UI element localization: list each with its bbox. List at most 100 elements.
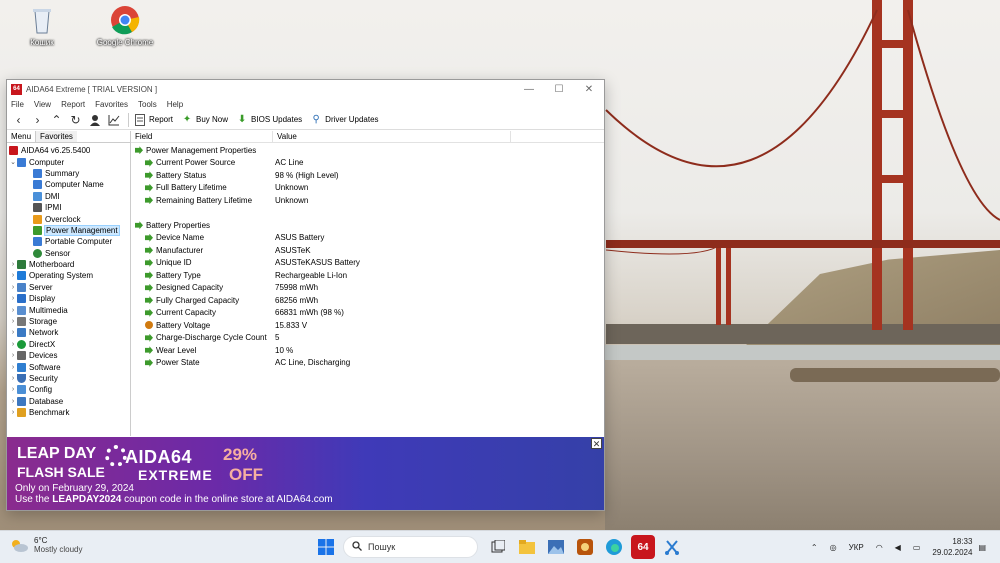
app-button[interactable]	[573, 535, 597, 559]
expand-icon[interactable]: ›	[9, 329, 17, 336]
expand-icon[interactable]: ›	[9, 364, 17, 371]
list-item[interactable]: Designed Capacity 75998 mWh	[131, 282, 604, 295]
list-item[interactable]: Battery Type Rechargeable Li-Ion	[131, 269, 604, 282]
report-button[interactable]: Report	[134, 113, 173, 126]
photos-button[interactable]	[544, 535, 568, 559]
list-item[interactable]: Fully Charged Capacity 68256 mWh	[131, 294, 604, 307]
tree-item-summary[interactable]: Summary	[7, 168, 130, 179]
language-indicator[interactable]: УКР	[849, 543, 864, 552]
recycle-bin-shortcut[interactable]: Кошик	[7, 5, 77, 47]
user-icon[interactable]	[85, 111, 104, 129]
weather-widget[interactable]: 6°C Mostly cloudy	[10, 536, 82, 554]
battery-icon[interactable]: ▭	[913, 543, 921, 552]
close-button[interactable]: ✕	[574, 80, 604, 98]
up-icon[interactable]: ⌃	[47, 111, 66, 129]
tree-item-display[interactable]: › Display	[7, 293, 130, 304]
tab-menu[interactable]: Menu	[7, 131, 36, 142]
driver-updates-button[interactable]: ⚲ Driver Updates	[310, 114, 379, 126]
tree-item-sensor[interactable]: Sensor	[7, 248, 130, 259]
collapse-icon[interactable]: ⌄	[9, 158, 17, 166]
task-view-button[interactable]	[486, 535, 510, 559]
column-header-field[interactable]: Field	[131, 131, 273, 142]
tree-item-portable-computer[interactable]: Portable Computer	[7, 236, 130, 247]
menu-report[interactable]: Report	[61, 100, 85, 109]
tree-item-storage[interactable]: › Storage	[7, 316, 130, 327]
tree-item-overclock[interactable]: Overclock	[7, 213, 130, 224]
list-item[interactable]: Current Power Source AC Line	[131, 157, 604, 170]
maximize-button[interactable]: ☐	[544, 80, 574, 98]
aida64-taskbar-button[interactable]: 64	[631, 535, 655, 559]
expand-icon[interactable]: ›	[9, 318, 17, 325]
tree-item-network[interactable]: › Network	[7, 327, 130, 338]
wifi-icon[interactable]: ◠	[876, 543, 883, 552]
list-item[interactable]: Power State AC Line, Discharging	[131, 357, 604, 370]
expand-icon[interactable]: ›	[9, 295, 17, 302]
expand-icon[interactable]: ›	[9, 352, 17, 359]
chart-icon[interactable]	[104, 111, 123, 129]
refresh-icon[interactable]: ↻	[66, 111, 85, 129]
expand-icon[interactable]: ›	[9, 398, 17, 405]
tree-item-ipmi[interactable]: IPMI	[7, 202, 130, 213]
clock[interactable]: 18:33 29.02.2024	[932, 536, 972, 558]
list-item[interactable]: Battery Voltage 15.833 V	[131, 319, 604, 332]
tree-item-operating-system[interactable]: › Operating System	[7, 270, 130, 281]
tray-app-icon[interactable]: ◎	[830, 543, 837, 552]
tree-item-multimedia[interactable]: › Multimedia	[7, 304, 130, 315]
buy-now-button[interactable]: ✦ Buy Now	[181, 114, 228, 126]
list-item[interactable]: Unique ID ASUSTeKASUS Battery	[131, 257, 604, 270]
tree-item-benchmark[interactable]: › Benchmark	[7, 407, 130, 418]
list-item[interactable]: Device Name ASUS Battery	[131, 232, 604, 245]
back-icon[interactable]: ‹	[9, 111, 28, 129]
expand-icon[interactable]: ›	[9, 375, 17, 382]
tree-item-computer-name[interactable]: Computer Name	[7, 179, 130, 190]
tree-item-devices[interactable]: › Devices	[7, 350, 130, 361]
chrome-shortcut[interactable]: Google Chrome	[90, 5, 160, 47]
tree-item-power-management[interactable]: Power Management	[7, 224, 130, 236]
list-item[interactable]: Current Capacity 66831 mWh (98 %)	[131, 307, 604, 320]
expand-icon[interactable]: ›	[9, 284, 17, 291]
menu-view[interactable]: View	[34, 100, 51, 109]
menu-help[interactable]: Help	[167, 100, 183, 109]
tree-item-directx[interactable]: › DirectX	[7, 339, 130, 350]
list-item[interactable]: Charge-Discharge Cycle Count 5	[131, 332, 604, 345]
title-bar[interactable]: 64 AIDA64 Extreme [ TRIAL VERSION ] — ☐ …	[7, 80, 604, 98]
tree-item-software[interactable]: › Software	[7, 361, 130, 372]
tree-item-security[interactable]: › Security	[7, 373, 130, 384]
taskbar-search[interactable]: Пошук	[343, 536, 478, 558]
expand-icon[interactable]: ›	[9, 386, 17, 393]
expand-icon[interactable]: ›	[9, 261, 17, 268]
file-explorer-button[interactable]	[515, 535, 539, 559]
list-item[interactable]: Battery Status 98 % (High Level)	[131, 169, 604, 182]
notification-icon[interactable]: ▤	[978, 543, 986, 552]
edge-button[interactable]	[602, 535, 626, 559]
tree-item-computer[interactable]: ⌄ Computer	[7, 156, 130, 167]
bios-updates-button[interactable]: ⬇ BIOS Updates	[236, 114, 302, 126]
column-header-value[interactable]: Value	[273, 131, 511, 142]
list-item[interactable]: Remaining Battery Lifetime Unknown	[131, 194, 604, 207]
tree-item-server[interactable]: › Server	[7, 282, 130, 293]
tree-item-config[interactable]: › Config	[7, 384, 130, 395]
menu-favorites[interactable]: Favorites	[95, 100, 128, 109]
tree-item-motherboard[interactable]: › Motherboard	[7, 259, 130, 270]
forward-icon[interactable]: ›	[28, 111, 47, 129]
menu-tools[interactable]: Tools	[138, 100, 157, 109]
tree-root[interactable]: AIDA64 v6.25.5400	[7, 145, 130, 156]
tree-item-database[interactable]: › Database	[7, 396, 130, 407]
close-banner-button[interactable]: ✕	[591, 438, 602, 449]
tree-item-dmi[interactable]: DMI	[7, 191, 130, 202]
expand-icon[interactable]: ›	[9, 307, 17, 314]
list-item[interactable]: Full Battery Lifetime Unknown	[131, 182, 604, 195]
speaker-icon[interactable]: ◀	[895, 543, 901, 552]
minimize-button[interactable]: —	[514, 80, 544, 98]
expand-icon[interactable]: ›	[9, 409, 17, 416]
list-item[interactable]: Wear Level 10 %	[131, 344, 604, 357]
expand-icon[interactable]: ›	[9, 341, 17, 348]
tab-favorites[interactable]: Favorites	[35, 131, 77, 142]
chevron-up-icon[interactable]: ⌃	[811, 543, 818, 552]
start-button[interactable]	[314, 535, 338, 559]
promo-banner[interactable]: LEAP DAY FLASH SALE AIDA64 EXTREME 29% O…	[7, 437, 604, 510]
list-item[interactable]: Manufacturer ASUSTeK	[131, 244, 604, 257]
snipping-tool-button[interactable]	[660, 535, 684, 559]
menu-file[interactable]: File	[11, 100, 24, 109]
expand-icon[interactable]: ›	[9, 272, 17, 279]
